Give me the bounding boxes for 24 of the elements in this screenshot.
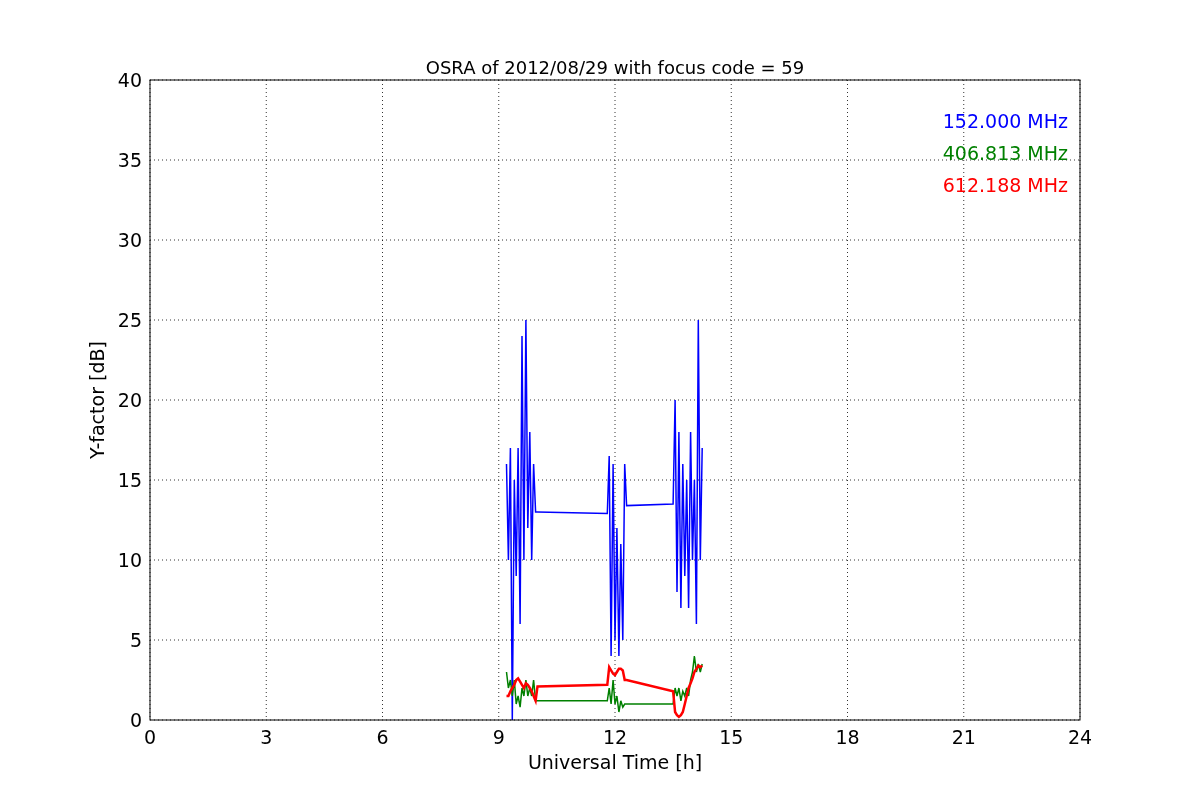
y-tick-label: 25 (117, 309, 142, 331)
legend-label: 612.188 MHz (942, 174, 1068, 196)
legend-label: 152.000 MHz (942, 110, 1068, 132)
x-tick-label: 15 (719, 726, 744, 748)
x-tick-label: 9 (492, 726, 505, 748)
x-tick-label: 24 (1067, 726, 1093, 748)
y-tick-label: 5 (129, 629, 142, 651)
y-tick-label: 0 (129, 709, 142, 731)
y-tick-label: 35 (117, 149, 142, 171)
x-tick-label: 3 (260, 726, 273, 748)
x-tick-label: 18 (835, 726, 860, 748)
x-tick-label: 12 (602, 726, 628, 748)
chart-title: OSRA of 2012/08/29 with focus code = 59 (425, 57, 805, 78)
y-tick-label: 40 (117, 69, 142, 91)
x-tick-label: 21 (951, 726, 976, 748)
legend-label: 406.813 MHz (942, 142, 1068, 164)
x-axis-label: Universal Time [h] (527, 751, 703, 773)
x-tick-label: 6 (376, 726, 389, 748)
x-tick-label: 0 (143, 726, 157, 748)
y-tick-label: 15 (117, 469, 142, 491)
y-tick-label: 20 (117, 389, 142, 411)
y-tick-label: 30 (117, 229, 142, 251)
y-tick-label: 10 (117, 549, 142, 571)
y-axis-label: Y-factor [dB] (86, 341, 108, 459)
